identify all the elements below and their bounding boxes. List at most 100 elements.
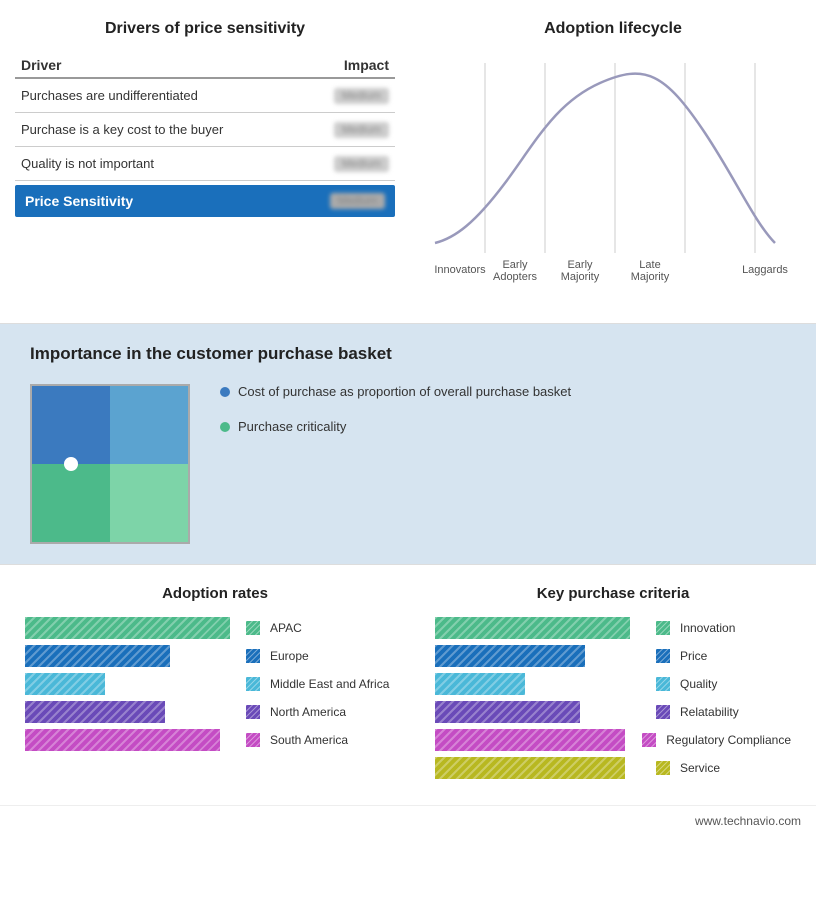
price-sensitivity-label: Price Sensitivity <box>25 193 133 209</box>
footer: www.technavio.com <box>0 805 816 836</box>
impact-cell: Medium <box>304 147 395 181</box>
bar-hatch <box>25 729 220 751</box>
bar-row: Middle East and Africa <box>25 673 405 695</box>
bar-fill <box>435 701 580 723</box>
bar-row: North America <box>25 701 405 723</box>
bar-label: APAC <box>270 621 302 635</box>
col-driver: Driver <box>15 53 304 78</box>
bar-hatch <box>435 673 525 695</box>
impact-cell: Medium <box>304 113 395 147</box>
adoption-bar-chart: APAC Europe Middle East and Africa North Am… <box>25 617 405 751</box>
lifecycle-title: Adoption lifecycle <box>425 20 801 38</box>
bar-hatch <box>435 645 585 667</box>
svg-text:Early: Early <box>567 259 593 271</box>
bar-hatch <box>25 673 105 695</box>
legend-text-1: Cost of purchase as proportion of overal… <box>238 384 571 399</box>
bar-fill <box>25 729 220 751</box>
bar-legend-dot <box>246 733 260 747</box>
bar-fill <box>435 645 585 667</box>
bar-fill <box>435 757 625 779</box>
bar-legend-dot <box>246 677 260 691</box>
quadrant-bottom-left <box>32 464 110 542</box>
bar-label: Middle East and Africa <box>270 677 389 691</box>
bar-legend-dot <box>642 733 656 747</box>
top-section: Drivers of price sensitivity Driver Impa… <box>0 0 816 324</box>
price-sensitivity-row: Price Sensitivity Medium <box>15 185 395 217</box>
svg-text:Majority: Majority <box>631 271 670 283</box>
svg-text:Laggards: Laggards <box>742 264 788 276</box>
middle-title: Importance in the customer purchase bask… <box>30 344 786 364</box>
svg-text:Adopters: Adopters <box>493 271 538 283</box>
bar-row: APAC <box>25 617 405 639</box>
legend-text-2: Purchase criticality <box>238 419 346 434</box>
bar-track <box>25 701 240 723</box>
driver-cell: Purchase is a key cost to the buyer <box>15 113 304 147</box>
bar-row: Europe <box>25 645 405 667</box>
bar-hatch <box>435 757 625 779</box>
impact-cell: Medium <box>304 78 395 113</box>
driver-cell: Quality is not important <box>15 147 304 181</box>
legend-item-1: Cost of purchase as proportion of overal… <box>220 384 571 399</box>
svg-text:Innovators: Innovators <box>434 264 486 276</box>
bar-fill <box>435 673 525 695</box>
bar-label: Relatability <box>680 705 739 719</box>
bar-row: Price <box>435 645 791 667</box>
bar-hatch <box>435 617 630 639</box>
key-purchase-panel: Key purchase criteria InnovationPriceQua… <box>420 580 806 790</box>
footer-text: www.technavio.com <box>695 814 801 828</box>
bar-label: Innovation <box>680 621 735 635</box>
adoption-rates-panel: Adoption rates APAC Europe Middle East and… <box>10 580 420 790</box>
bar-label: North America <box>270 705 346 719</box>
bar-legend-dot <box>656 649 670 663</box>
bar-track <box>25 617 240 639</box>
middle-content: Cost of purchase as proportion of overal… <box>30 384 786 544</box>
adoption-rates-title: Adoption rates <box>25 585 405 602</box>
quadrant-top-right <box>110 386 188 464</box>
price-sensitivity-impact: Medium <box>330 193 385 209</box>
bar-label: South America <box>270 733 348 747</box>
bar-legend-dot <box>656 705 670 719</box>
svg-text:Early: Early <box>502 259 528 271</box>
bar-track <box>435 617 650 639</box>
bar-label: Price <box>680 649 707 663</box>
bar-hatch <box>435 729 625 751</box>
bar-label: Europe <box>270 649 309 663</box>
legend-dot-green <box>220 422 230 432</box>
col-impact: Impact <box>304 53 395 78</box>
table-row: Quality is not importantMedium <box>15 147 395 181</box>
drivers-panel: Drivers of price sensitivity Driver Impa… <box>0 10 410 313</box>
page: Drivers of price sensitivity Driver Impa… <box>0 0 816 836</box>
legend-item-2: Purchase criticality <box>220 419 571 434</box>
bar-track <box>435 757 650 779</box>
bar-hatch <box>25 645 170 667</box>
legend-items: Cost of purchase as proportion of overal… <box>220 384 571 434</box>
table-row: Purchase is a key cost to the buyerMediu… <box>15 113 395 147</box>
bar-fill <box>435 617 630 639</box>
quadrant-top-left <box>32 386 110 464</box>
bar-track <box>25 645 240 667</box>
bar-track <box>25 673 240 695</box>
driver-cell: Purchases are undifferentiated <box>15 78 304 113</box>
bar-fill <box>25 673 105 695</box>
bar-fill <box>25 645 170 667</box>
bar-row: Regulatory Compliance <box>435 729 791 751</box>
bar-legend-dot <box>246 621 260 635</box>
legend-dot-blue <box>220 387 230 397</box>
bar-track <box>435 701 650 723</box>
svg-text:Majority: Majority <box>561 271 600 283</box>
bar-legend-dot <box>246 705 260 719</box>
matrix-dot <box>64 457 78 471</box>
bar-legend-dot <box>656 677 670 691</box>
bar-label: Quality <box>680 677 717 691</box>
bar-fill <box>25 701 165 723</box>
purchase-bar-chart: Innovation Price Quality Relatability Regula… <box>435 617 791 779</box>
bar-track <box>435 673 650 695</box>
bar-row: Service <box>435 757 791 779</box>
bar-hatch <box>25 701 165 723</box>
drivers-title: Drivers of price sensitivity <box>15 20 395 38</box>
bar-track <box>25 729 240 751</box>
bar-legend-dot <box>656 761 670 775</box>
bar-row: Quality <box>435 673 791 695</box>
bar-row: Relatability <box>435 701 791 723</box>
lifecycle-panel: Adoption lifecycle Innovators Early Adop… <box>410 10 816 313</box>
